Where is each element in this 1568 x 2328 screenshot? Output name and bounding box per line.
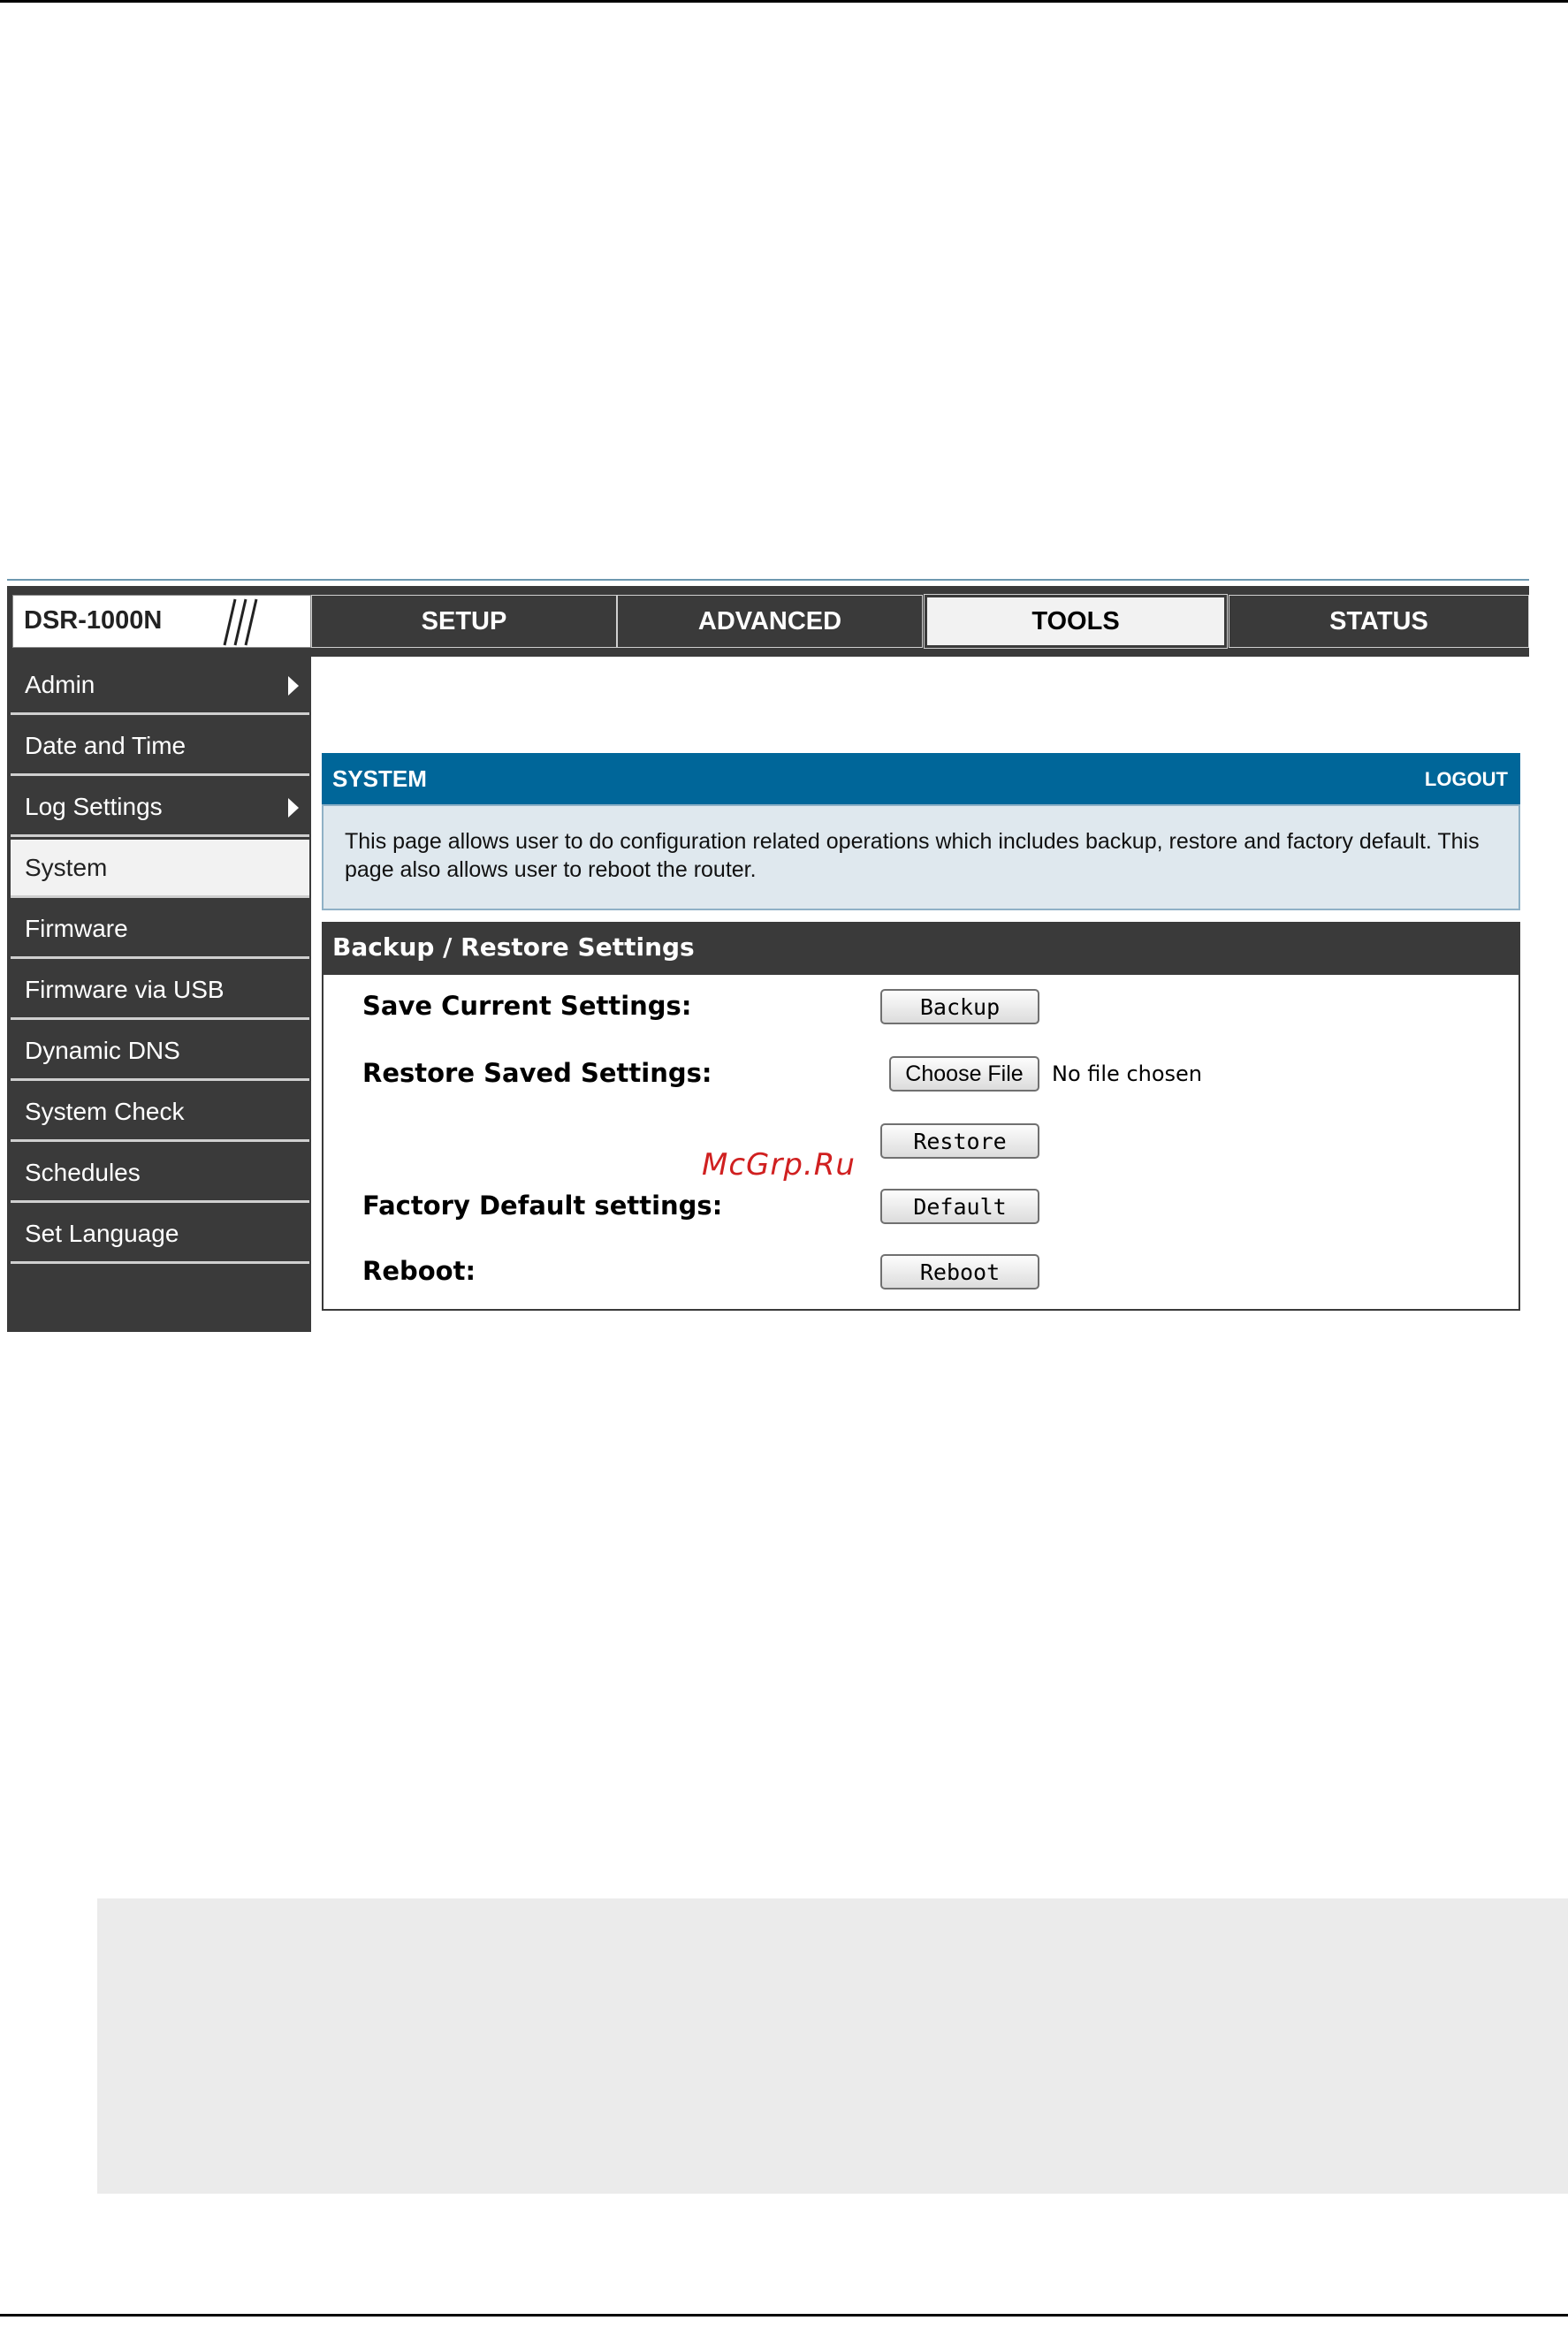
sidebar-item-label: Dynamic DNS [25,1036,180,1064]
sidebar-item-label: Admin [25,670,95,698]
page-title: SYSTEM [332,765,427,792]
save-current-settings-label: Save Current Settings: [362,991,692,1021]
system-header: SYSTEM LOGOUT [322,753,1520,804]
sidebar-item-system-check[interactable]: System Check [11,1084,309,1142]
sidebar: Admin Date and Time Log Settings System … [7,657,311,1332]
sidebar-item-schedules[interactable]: Schedules [11,1145,309,1203]
backup-button[interactable]: Backup [880,989,1039,1024]
tab-tools[interactable]: TOOLS [924,594,1228,649]
sidebar-item-label: System [25,853,108,881]
brand-logo: DSR-1000N [12,595,311,648]
sidebar-item-firmware[interactable]: Firmware [11,901,309,959]
tab-setup[interactable]: SETUP [311,595,617,648]
sidebar-item-label: Date and Time [25,731,186,759]
sidebar-item-label: Schedules [25,1158,141,1186]
sidebar-item-set-language[interactable]: Set Language [11,1206,309,1264]
backup-restore-section: Save Current Settings: Backup Restore Sa… [322,975,1520,1311]
router-admin-screenshot: DSR-1000N SETUP ADVANCED TOOLS STATUS Ad… [7,579,1529,1332]
reboot-button[interactable]: Reboot [880,1254,1039,1290]
backup-restore-section-title: Backup / Restore Settings [322,922,1520,975]
chevron-right-icon [288,798,299,818]
tab-advanced[interactable]: ADVANCED [617,595,923,648]
model-name: DSR-1000N [24,606,163,635]
choose-file-button[interactable]: Choose File [889,1056,1039,1092]
page-description: This page allows user to do configuratio… [322,804,1520,910]
sidebar-item-label: Firmware via USB [25,975,225,1003]
sidebar-item-admin[interactable]: Admin [11,657,309,715]
top-rule [0,0,1568,3]
sidebar-item-log-settings[interactable]: Log Settings [11,779,309,837]
sidebar-item-system[interactable]: System [11,840,309,898]
logout-link[interactable]: LOGOUT [1425,768,1508,791]
default-button[interactable]: Default [880,1189,1039,1224]
sidebar-item-date-and-time[interactable]: Date and Time [11,718,309,776]
chevron-right-icon [288,676,299,696]
watermark-text: McGrp.Ru [702,1147,856,1183]
reboot-label: Reboot: [362,1256,476,1286]
sidebar-item-firmware-via-usb[interactable]: Firmware via USB [11,962,309,1020]
sidebar-item-label: Firmware [25,914,128,942]
top-navigation-bar: DSR-1000N SETUP ADVANCED TOOLS STATUS [7,586,1529,657]
factory-default-settings-label: Factory Default settings: [362,1191,723,1221]
sidebar-item-label: Set Language [25,1219,179,1247]
slash-logo-icon [223,598,258,646]
file-status-text: No file chosen [1052,1061,1203,1086]
bottom-rule [0,2314,1568,2317]
tab-status[interactable]: STATUS [1229,595,1529,648]
restore-button[interactable]: Restore [880,1123,1039,1159]
sidebar-item-label: Log Settings [25,792,163,820]
sidebar-item-dynamic-dns[interactable]: Dynamic DNS [11,1023,309,1081]
restore-saved-settings-label: Restore Saved Settings: [362,1058,712,1088]
sidebar-item-label: System Check [25,1097,185,1125]
note-box [97,1898,1568,2194]
